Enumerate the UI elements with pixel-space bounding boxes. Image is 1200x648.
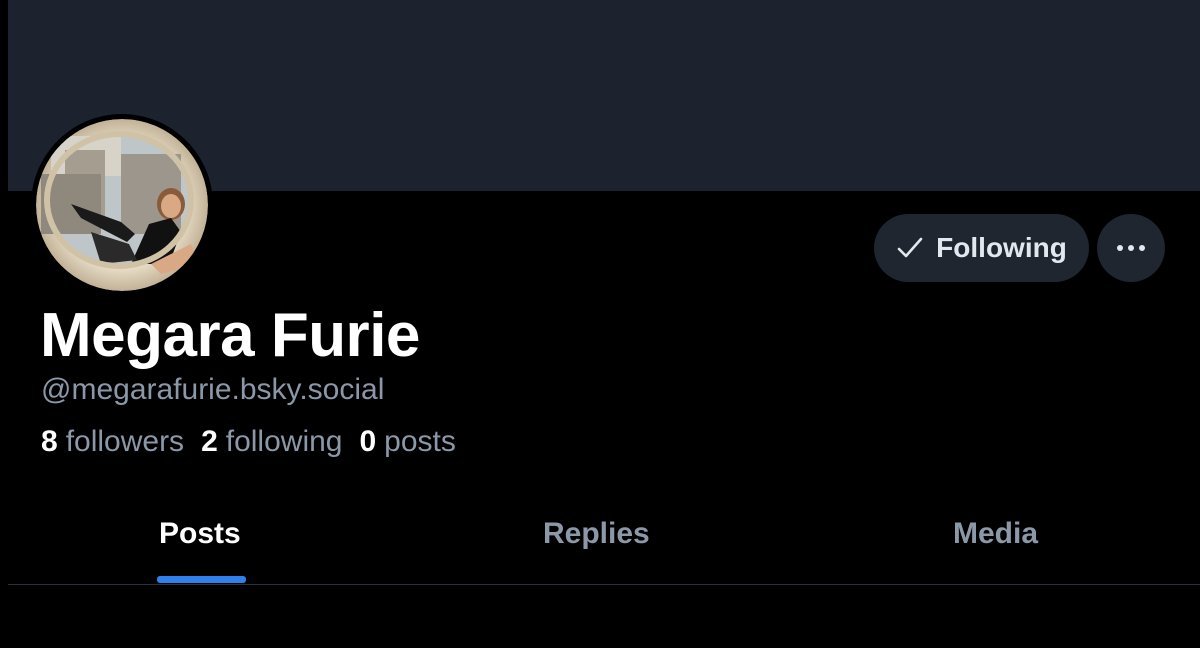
profile-photo <box>32 115 212 295</box>
check-icon <box>897 237 923 258</box>
active-tab-indicator <box>157 576 246 583</box>
tab-replies[interactable]: Replies <box>543 516 650 552</box>
ellipsis-icon <box>1117 245 1145 251</box>
profile-page: Following Megara Furie @megarafurie.bsky… <box>0 0 1200 648</box>
profile-stats: 8 followers 2 following 0 posts <box>41 424 456 460</box>
followers-label: followers <box>65 425 185 458</box>
profile-tabs: Posts Replies Media <box>8 494 1200 585</box>
followers-count: 8 <box>41 425 58 458</box>
more-options-button[interactable] <box>1097 214 1165 282</box>
profile-handle: @megarafurie.bsky.social <box>41 373 385 406</box>
avatar[interactable] <box>31 114 213 296</box>
posts-stat: 0 posts <box>359 424 455 460</box>
display-name: Megara Furie <box>40 301 420 370</box>
following-stat[interactable]: 2 following <box>201 424 342 460</box>
followers-stat[interactable]: 8 followers <box>41 424 184 460</box>
tab-media[interactable]: Media <box>953 516 1038 552</box>
window-edge <box>0 0 8 648</box>
following-button-label: Following <box>936 232 1067 263</box>
posts-count: 0 <box>359 425 377 458</box>
posts-label: posts <box>384 425 456 458</box>
following-count: 2 <box>201 425 218 458</box>
following-label: following <box>225 425 343 458</box>
tab-posts[interactable]: Posts <box>159 516 241 552</box>
following-button[interactable]: Following <box>874 214 1089 282</box>
